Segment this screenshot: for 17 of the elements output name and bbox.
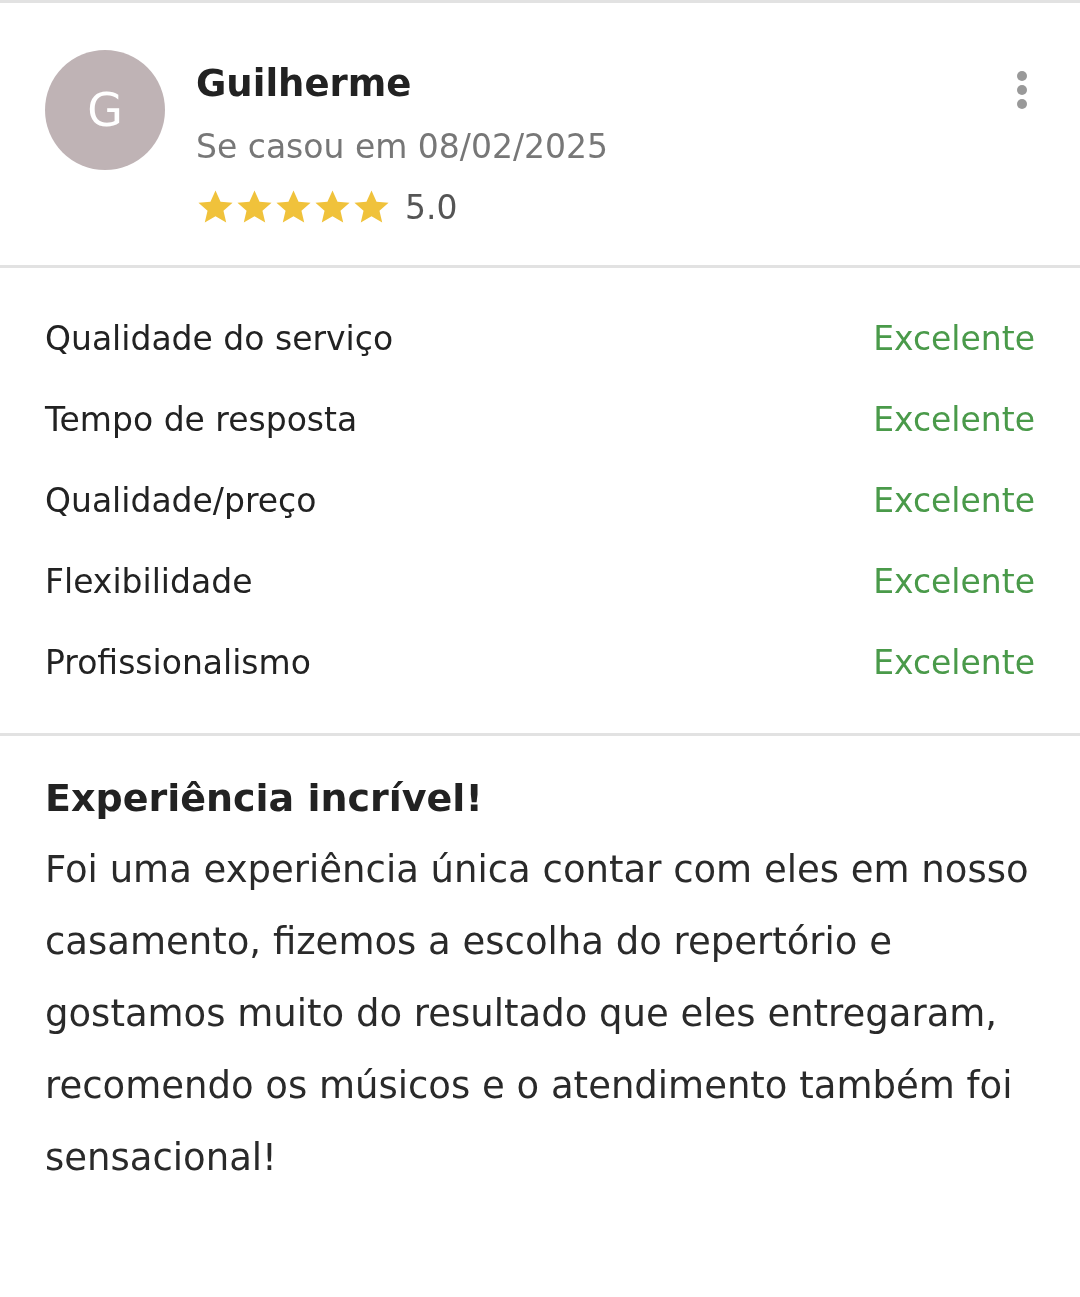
- wedding-date: Se casou em 08/02/2025: [196, 127, 610, 166]
- criterion-value: Excelente: [873, 319, 1035, 358]
- review-text: Foi uma experiência única contar com eles em nosso casamento, fizemos a escolha do repertório e gostamos muito do resultado que eles entregaram, recomendo os músicos e o atendimento também foi sensacional!: [44, 847, 1030, 1181]
- criterion-label: Qualidade/preço: [45, 481, 317, 520]
- criterion-label: Tempo de resposta: [45, 400, 358, 439]
- more-options-icon[interactable]: [1015, 70, 1029, 110]
- criterion-label: Profissionalismo: [45, 643, 311, 682]
- reviewer-name: Guilherme: [196, 62, 413, 105]
- review-title: Experiência incrível!: [44, 775, 484, 820]
- criterion-value: Excelente: [873, 562, 1035, 601]
- criterion-label: Qualidade do serviço: [45, 319, 394, 358]
- criterion-value: Excelente: [873, 481, 1035, 520]
- criterion-value: Excelente: [873, 400, 1035, 439]
- avatar: G: [45, 50, 165, 170]
- criterion-value: Excelente: [873, 643, 1035, 682]
- rating-score: 5.0: [405, 188, 458, 227]
- criterion-label: Flexibilidade: [45, 562, 253, 601]
